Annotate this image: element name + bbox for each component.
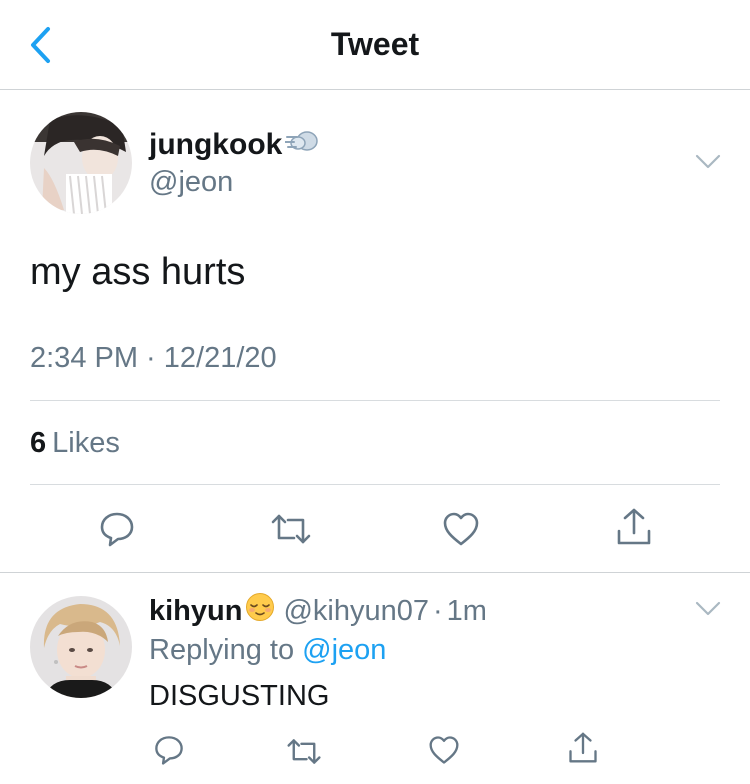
likes-label: Likes xyxy=(52,427,120,459)
reply-options-button[interactable] xyxy=(694,600,722,618)
page-title: Tweet xyxy=(330,26,420,62)
like-icon xyxy=(443,512,479,546)
reply-header: kihyun @kihyun07 · 1m xyxy=(149,592,487,630)
reply-icon xyxy=(100,512,134,547)
avatar[interactable] xyxy=(30,112,132,214)
share-button[interactable] xyxy=(568,731,598,765)
retweet-button[interactable] xyxy=(286,737,322,766)
reply-author-handle[interactable]: @kihyun07 xyxy=(283,595,429,628)
like-button[interactable] xyxy=(428,735,460,765)
divider xyxy=(30,484,720,485)
reply-button[interactable] xyxy=(98,510,136,548)
tweet-timestamp: 2:34 PM · 12/21/20 xyxy=(30,342,277,374)
author-name-text: jungkook xyxy=(149,128,283,161)
dash-emoji-icon xyxy=(284,127,319,163)
relieved-face-emoji-icon xyxy=(245,592,275,630)
share-icon xyxy=(617,508,651,545)
reply-button[interactable] xyxy=(153,734,185,766)
separator-dot: · xyxy=(433,594,443,627)
likes-count[interactable]: 6 Likes xyxy=(30,427,120,460)
tweet-options-button[interactable] xyxy=(694,153,722,171)
share-button[interactable] xyxy=(616,507,652,547)
chevron-down-icon xyxy=(695,154,721,169)
retweet-icon xyxy=(287,739,321,764)
replying-label: Replying to xyxy=(149,634,295,666)
reply-text: DISGUSTING xyxy=(149,680,330,712)
like-icon xyxy=(429,736,459,764)
tweet-text: my ass hurts xyxy=(30,251,246,293)
replying-to: Replying to @jeon xyxy=(149,634,386,667)
share-icon xyxy=(569,732,597,763)
divider xyxy=(0,572,750,573)
chevron-down-icon xyxy=(695,601,721,616)
retweet-icon xyxy=(271,514,311,544)
author-handle: @jeon xyxy=(149,166,234,198)
like-button[interactable] xyxy=(442,511,480,547)
mention-link[interactable]: @jeon xyxy=(302,634,386,666)
nav-bar: Tweet xyxy=(0,0,750,90)
reply-author-name[interactable]: kihyun xyxy=(149,595,242,628)
reply-time: 1m xyxy=(446,594,487,627)
divider xyxy=(30,400,720,401)
retweet-button[interactable] xyxy=(270,512,312,546)
reply-icon xyxy=(155,736,183,765)
author-name[interactable]: jungkook xyxy=(149,127,319,163)
likes-number: 6 xyxy=(30,427,47,459)
avatar[interactable] xyxy=(30,596,132,698)
